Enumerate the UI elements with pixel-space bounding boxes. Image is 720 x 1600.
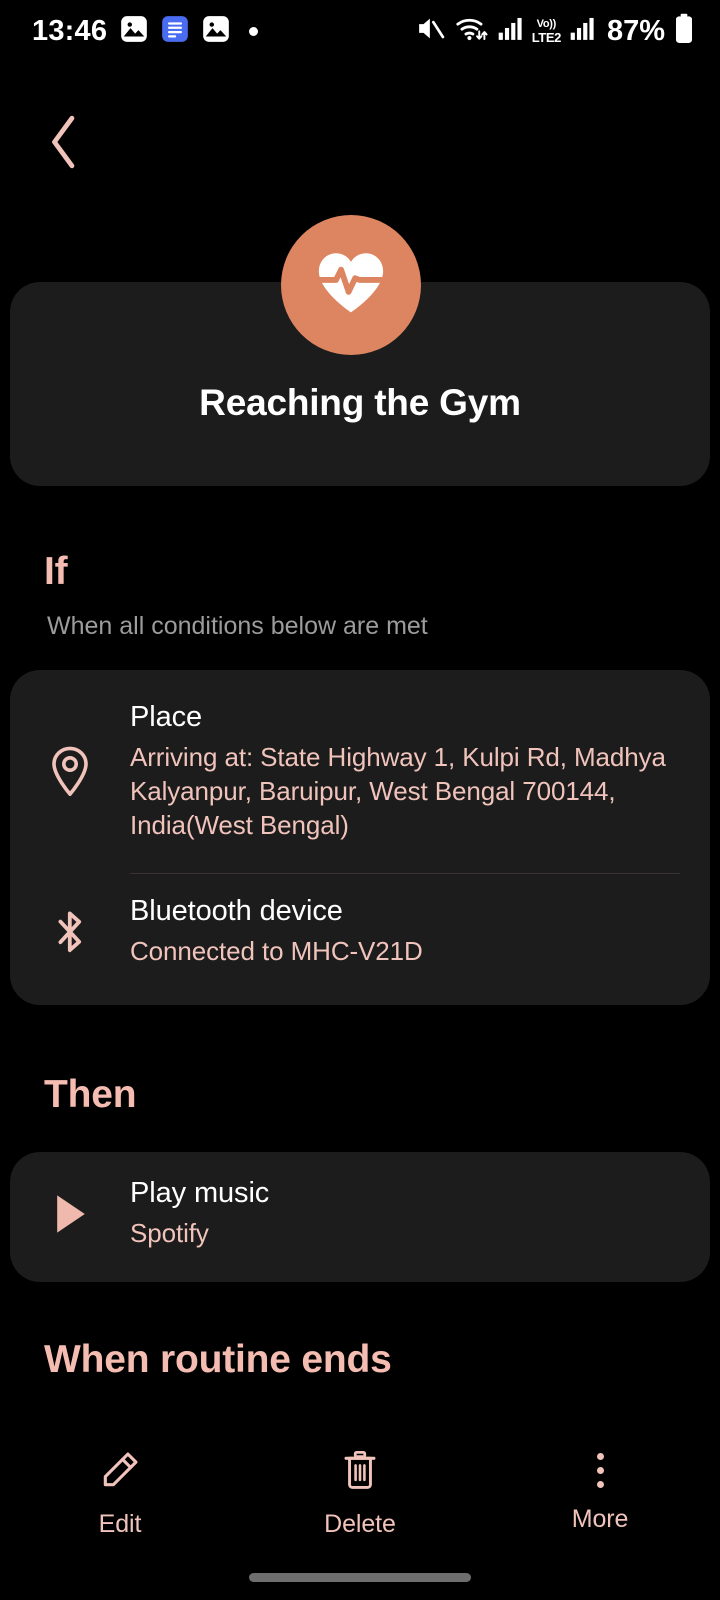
dot-indicator-icon — [249, 26, 259, 36]
card-divider — [130, 873, 680, 874]
signal-icon — [570, 16, 595, 46]
heart-pulse-icon — [310, 242, 392, 329]
wifi-icon — [455, 13, 489, 49]
condition-bluetooth-title: Bluetooth device — [130, 895, 343, 927]
section-heading-if: If — [44, 550, 68, 593]
battery-icon — [674, 13, 694, 49]
back-button[interactable] — [28, 108, 100, 180]
play-icon — [10, 1174, 130, 1251]
image-icon — [120, 15, 148, 48]
edit-button-label: Edit — [98, 1510, 142, 1538]
status-bar: 13:46 Vo)) LTE2 87% — [0, 0, 720, 62]
section-heading-when-routine-ends: When routine ends — [44, 1338, 392, 1381]
condition-row-place[interactable]: Place Arriving at: State Highway 1, Kulp… — [10, 698, 710, 843]
action-play-music-text: Play music Spotify — [130, 1174, 710, 1251]
condition-bluetooth-description: Connected to MHC-V21D — [130, 936, 423, 967]
volte-bottom-label: LTE2 — [531, 29, 562, 45]
image-icon — [202, 15, 230, 48]
action-play-music-title: Play music — [130, 1177, 270, 1209]
volte-icon: Vo)) LTE2 — [531, 17, 562, 45]
delete-button-label: Delete — [324, 1510, 396, 1538]
section-subtitle-if: When all conditions below are met — [47, 612, 428, 640]
condition-row-bluetooth[interactable]: Bluetooth device Connected to MHC-V21D — [10, 892, 710, 969]
chevron-left-icon — [47, 115, 81, 174]
edit-button[interactable]: Edit — [0, 1442, 240, 1552]
more-vertical-icon — [596, 1448, 604, 1492]
trash-icon — [338, 1448, 382, 1497]
more-button[interactable]: More — [480, 1442, 720, 1552]
bluetooth-icon — [10, 892, 130, 969]
action-row-play-music[interactable]: Play music Spotify — [10, 1174, 710, 1251]
status-bar-clock: 13:46 — [32, 14, 108, 47]
avatar — [281, 215, 421, 355]
status-bar-right: Vo)) LTE2 87% — [415, 13, 694, 49]
action-play-music-description: Spotify — [130, 1218, 209, 1249]
actions-card: Play music Spotify — [10, 1152, 710, 1282]
bottom-toolbar: Edit Delete More — [0, 1442, 720, 1552]
conditions-card: Place Arriving at: State Highway 1, Kulp… — [10, 670, 710, 1005]
home-indicator[interactable] — [249, 1573, 471, 1582]
mute-icon — [415, 13, 446, 49]
delete-button[interactable]: Delete — [240, 1442, 480, 1552]
pencil-icon — [98, 1448, 142, 1497]
document-icon — [161, 15, 189, 48]
condition-place-description: Arriving at: State Highway 1, Kulpi Rd, … — [130, 742, 666, 840]
condition-place-text: Place Arriving at: State Highway 1, Kulp… — [130, 698, 710, 843]
condition-bluetooth-text: Bluetooth device Connected to MHC-V21D — [130, 892, 710, 969]
condition-place-title: Place — [130, 701, 203, 733]
signal-icon — [498, 16, 523, 46]
status-bar-left: 13:46 — [32, 14, 259, 48]
section-heading-then: Then — [44, 1073, 137, 1116]
battery-percent-label: 87% — [606, 14, 665, 47]
volte-top-label: Vo)) — [536, 17, 557, 30]
page-title: Reaching the Gym — [199, 382, 521, 423]
more-button-label: More — [571, 1505, 629, 1533]
location-pin-icon — [10, 698, 130, 843]
